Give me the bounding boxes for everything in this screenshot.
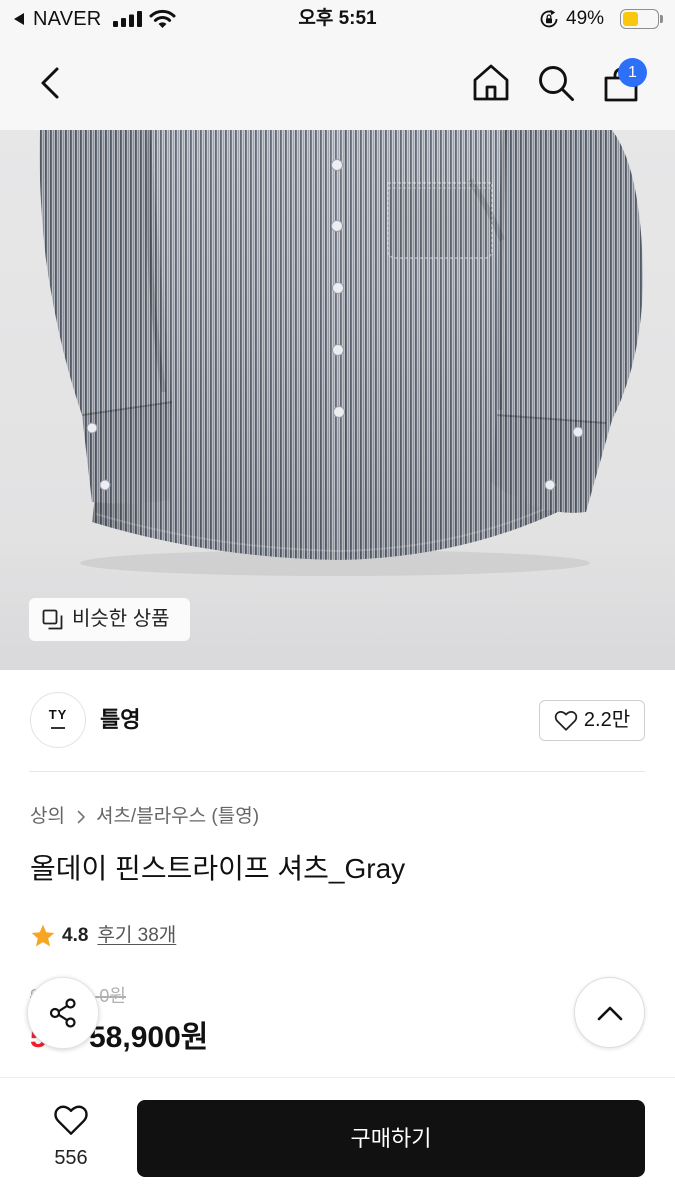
shirt-button	[333, 406, 345, 418]
shirt-button	[331, 159, 343, 171]
breadcrumb-chevron-icon	[77, 810, 85, 824]
buy-button[interactable]: 구매하기	[137, 1100, 645, 1177]
share-button[interactable]	[27, 977, 99, 1049]
product-image[interactable]	[0, 130, 675, 670]
shirt-left-cuff	[82, 402, 172, 504]
scroll-to-top-button[interactable]	[574, 977, 645, 1048]
review-link[interactable]: 후기 38개	[97, 920, 176, 952]
battery-percent: 49%	[566, 8, 605, 29]
brand-logo[interactable]: TY	[30, 692, 86, 748]
battery-icon	[620, 9, 659, 29]
search-icon[interactable]	[537, 64, 575, 102]
shirt-button	[332, 344, 344, 356]
brand-logo-underline	[51, 727, 65, 729]
rating-row: 4.8 후기 38개	[30, 920, 176, 952]
battery-tip	[660, 15, 663, 23]
similar-items-button[interactable]: 비슷한 상품	[29, 598, 190, 641]
shirt-button	[331, 220, 343, 232]
bottom-bar-divider	[0, 1077, 675, 1078]
shirt-cuff-button	[544, 479, 556, 491]
breadcrumb: 상의 셔츠/블라우스 (틀영)	[30, 801, 259, 833]
shirt-button	[332, 282, 344, 294]
shirt-cuff-button	[99, 479, 111, 491]
similar-items-icon	[42, 609, 63, 630]
shirt-cuff-button	[572, 426, 584, 438]
breadcrumb-item-category[interactable]: 상의	[30, 801, 65, 833]
section-divider	[29, 771, 645, 772]
shirt-placket-seam	[344, 130, 347, 559]
breadcrumb-item-subcategory[interactable]: 셔츠/블라우스 (틀영)	[96, 801, 259, 833]
battery-level-fill	[623, 12, 639, 26]
brand-like-count: 2.2만	[583, 709, 631, 731]
rotation-lock-icon	[540, 9, 558, 28]
brand-logo-text: TY	[48, 707, 68, 722]
product-photo[interactable]	[0, 130, 675, 670]
heart-outline-icon	[554, 710, 578, 731]
wish-count: 556	[54, 1147, 88, 1169]
brand-name[interactable]: 틀영	[100, 704, 140, 736]
shirt-cuff-button	[86, 422, 98, 434]
cart-badge[interactable]: 1	[618, 58, 647, 87]
product-title: 올데이 핀스트라이프 셔츠_Gray	[30, 853, 406, 884]
home-icon[interactable]	[471, 62, 511, 102]
star-icon	[31, 924, 55, 947]
rating-value: 4.8	[62, 925, 89, 946]
chevron-left-icon[interactable]	[38, 66, 64, 100]
brand-like-button[interactable]: 2.2만	[539, 700, 645, 741]
similar-items-label: 비슷한 상품	[72, 608, 170, 630]
sale-price: 58,900원	[89, 1021, 209, 1054]
share-icon	[49, 998, 76, 1028]
heart-outline-icon[interactable]	[53, 1104, 89, 1137]
chevron-up-icon	[597, 1006, 622, 1020]
